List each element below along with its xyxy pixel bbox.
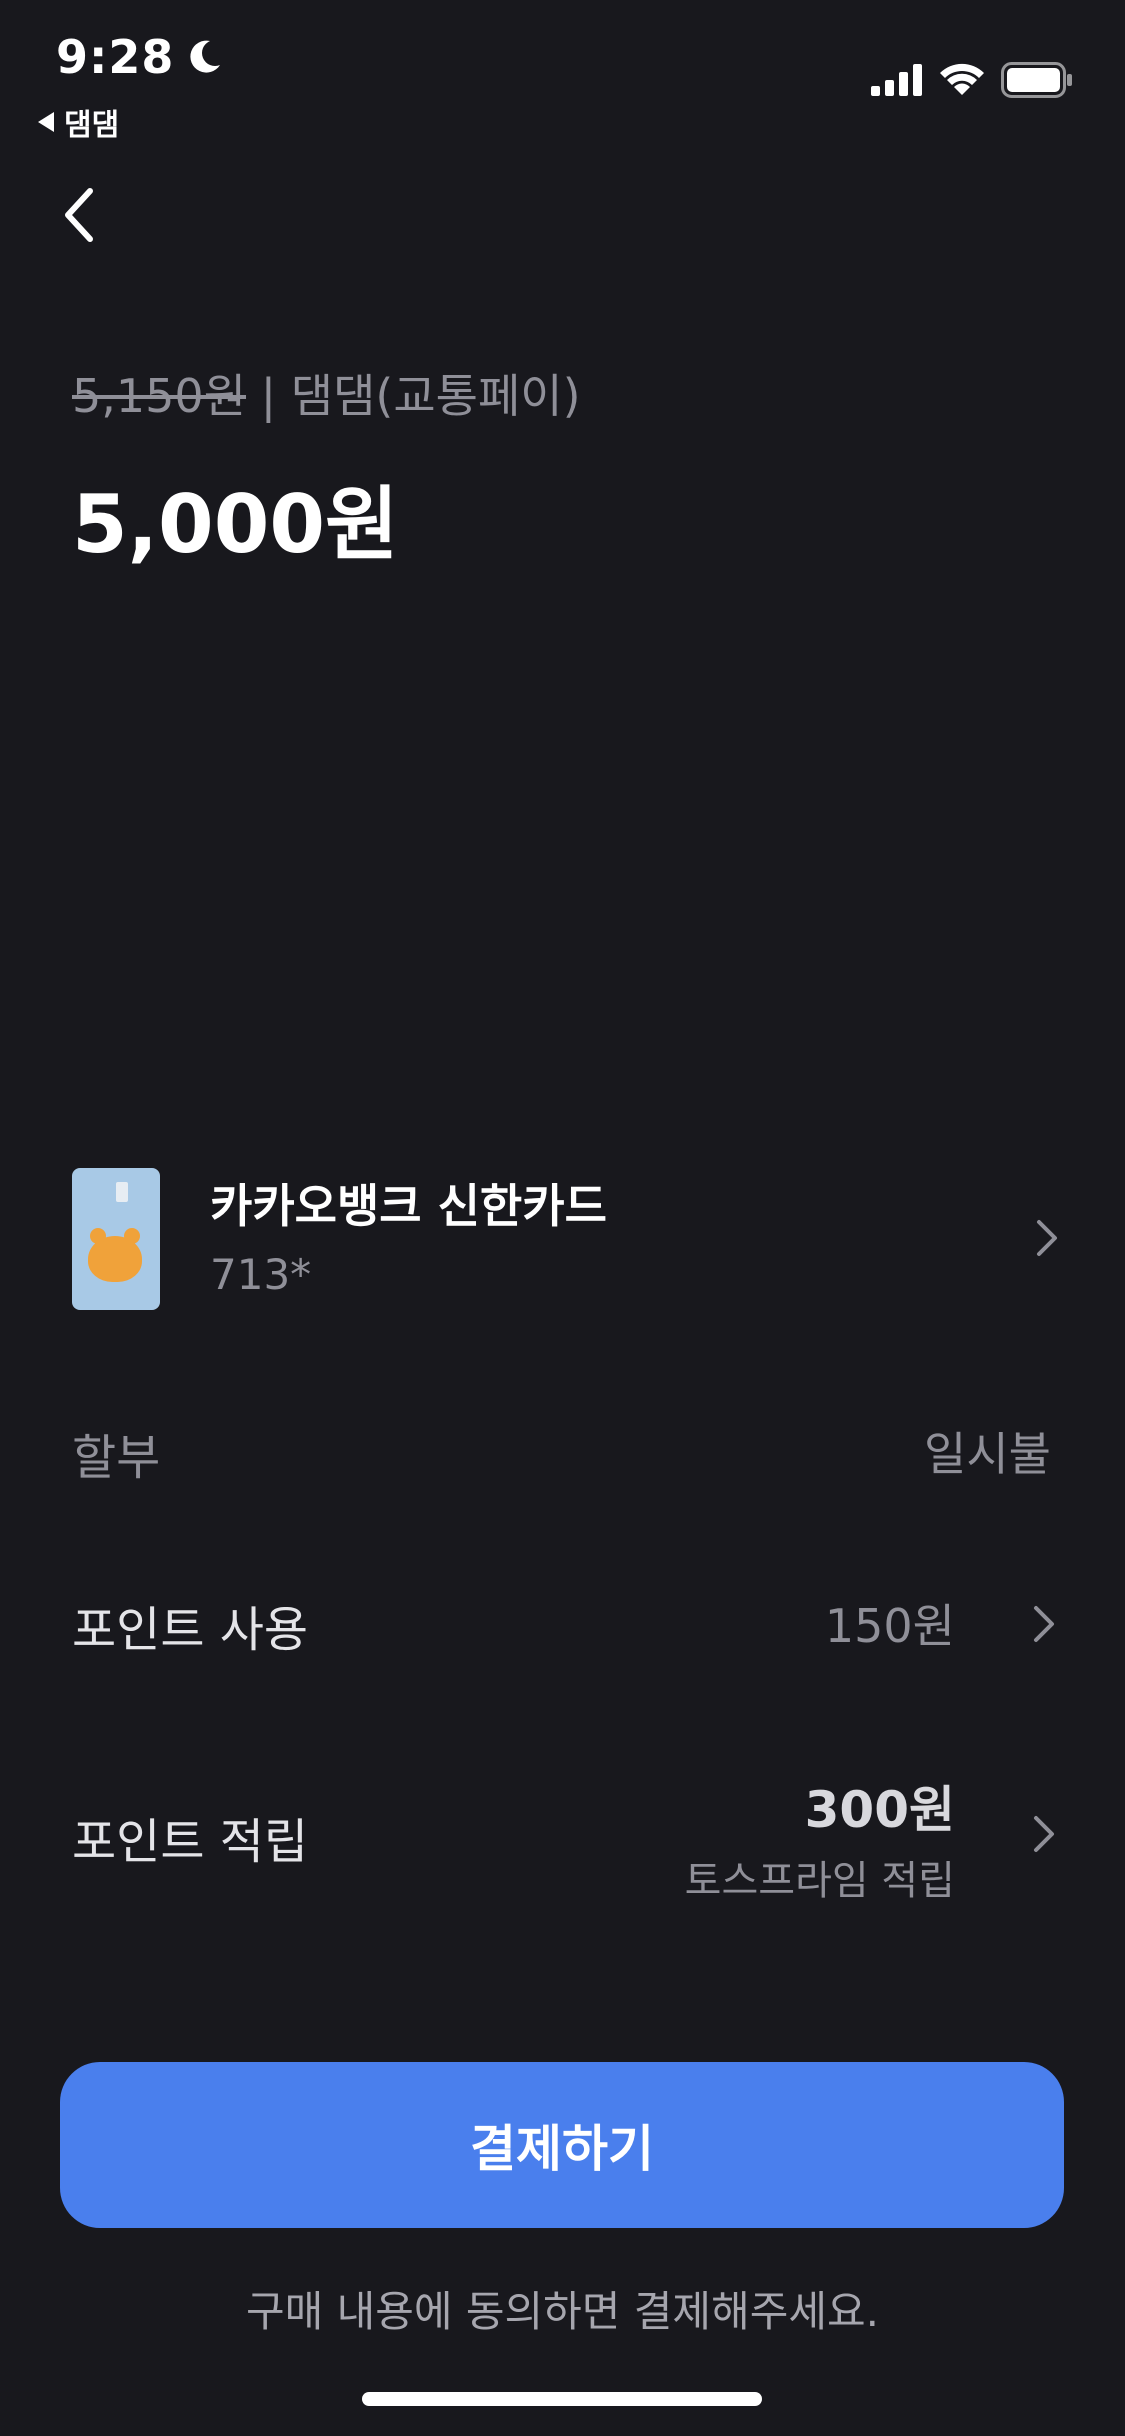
total-amount: 5,000원	[72, 478, 399, 571]
cellular-signal-icon	[871, 64, 922, 96]
payment-method-row[interactable]: 카카오뱅크 신한카드 713*	[72, 1168, 1057, 1310]
card-name: 카카오뱅크 신한카드	[210, 1179, 607, 1233]
point-earn-row[interactable]: 포인트 적립 300원 토스프라임 적립	[0, 1750, 1125, 1910]
point-use-value: 150원	[824, 1599, 955, 1653]
agreement-text: 구매 내용에 동의하면 결제해주세요.	[245, 2287, 879, 2336]
card-character	[88, 1228, 142, 1282]
moon-icon	[190, 40, 221, 73]
wifi-icon	[940, 63, 984, 95]
merchant-name: 댐댐(교통페이)	[290, 369, 581, 423]
status-time-text: 9:28	[56, 30, 175, 84]
card-number: 713*	[210, 1250, 312, 1299]
point-earn-sub: 토스프라임 적립	[684, 1858, 955, 1904]
card-image	[72, 1168, 160, 1310]
back-to-app-link[interactable]: 댐댐	[38, 100, 119, 144]
chevron-left-icon	[65, 188, 93, 242]
point-earn-value: 300원	[804, 1781, 955, 1839]
status-time: 9:28	[56, 30, 224, 84]
pay-button[interactable]: 결제하기	[60, 2062, 1064, 2228]
home-indicator[interactable]	[362, 2392, 762, 2406]
chevron-right-icon	[1037, 1220, 1057, 1256]
point-earn-label: 포인트 적립	[72, 1814, 309, 1870]
status-indicators	[871, 62, 1073, 98]
chevron-right-icon	[1034, 1816, 1054, 1852]
separator: |	[260, 369, 277, 423]
battery-icon	[1001, 62, 1072, 98]
back-triangle-icon	[38, 112, 54, 132]
chevron-right-icon	[1034, 1606, 1054, 1642]
point-use-row[interactable]: 포인트 사용 150원	[0, 1560, 1125, 1690]
back-button[interactable]	[48, 180, 108, 250]
point-use-label: 포인트 사용	[72, 1602, 309, 1658]
original-price-line: 5,150원 | 댐댐(교통페이)	[72, 360, 581, 426]
installment-value: 일시불	[924, 1427, 1051, 1481]
card-chip	[116, 1182, 128, 1202]
installment-label: 할부	[72, 1430, 161, 1486]
back-app-label: 댐댐	[64, 108, 120, 143]
original-price: 5,150원	[72, 369, 247, 423]
